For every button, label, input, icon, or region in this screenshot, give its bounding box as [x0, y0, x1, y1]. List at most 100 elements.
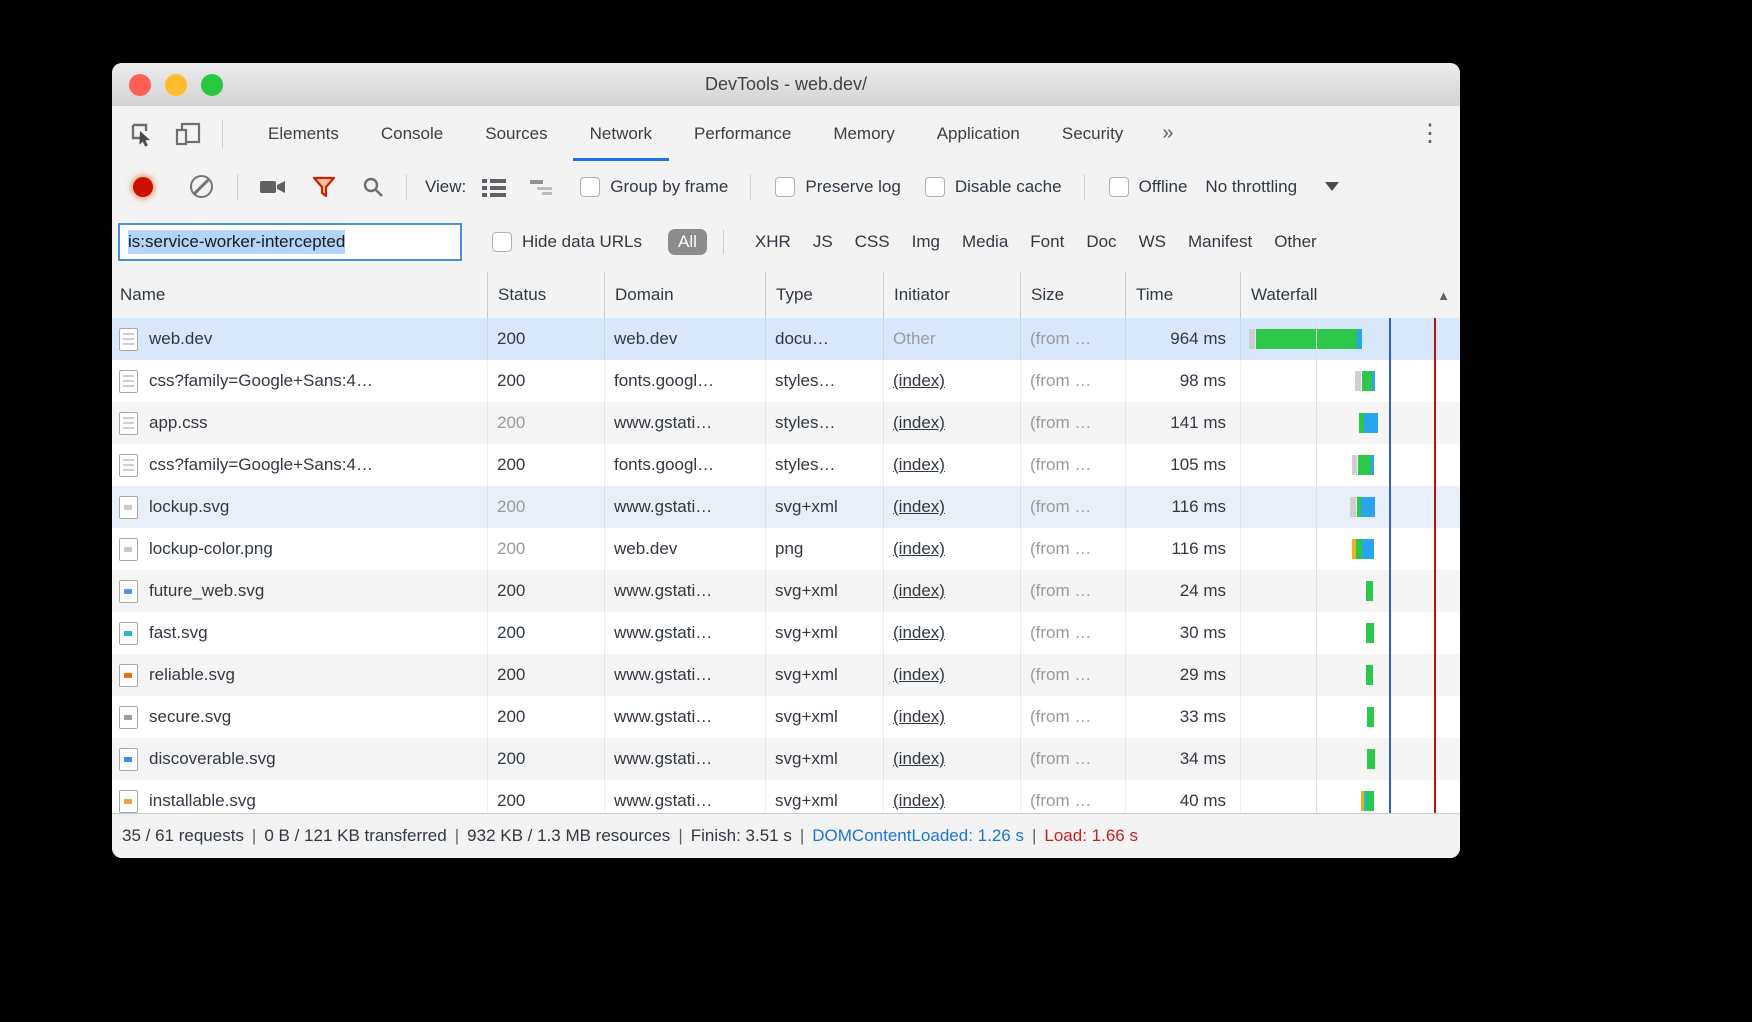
throttling-caret-icon[interactable] — [1325, 182, 1339, 191]
filter-chip-ws[interactable]: WS — [1128, 229, 1177, 255]
initiator-link[interactable]: (index) — [893, 371, 945, 390]
request-type: styles… — [765, 402, 883, 444]
filter-chip-other[interactable]: Other — [1263, 229, 1328, 255]
filter-input[interactable]: is:service-worker-intercepted — [118, 223, 462, 261]
record-icon[interactable] — [133, 177, 153, 197]
column-header-initiator[interactable]: Initiator — [883, 272, 1020, 318]
inspect-icon[interactable] — [128, 120, 156, 148]
filter-chip-media[interactable]: Media — [951, 229, 1019, 255]
tab-application[interactable]: Application — [916, 106, 1041, 161]
table-row[interactable]: discoverable.svg200www.gstati…svg+xml(in… — [112, 738, 1460, 780]
waterfall-bar-green — [1367, 749, 1375, 769]
search-icon[interactable] — [362, 176, 384, 198]
filter-chip-js[interactable]: JS — [802, 229, 844, 255]
filter-chip-css[interactable]: CSS — [844, 229, 901, 255]
table-row[interactable]: reliable.svg200www.gstati…svg+xml(index)… — [112, 654, 1460, 696]
summary-stat-1: 0 B / 121 KB transferred — [264, 826, 446, 846]
request-time: 40 ms — [1125, 780, 1240, 813]
request-time: 116 ms — [1125, 486, 1240, 528]
filter-icon[interactable] — [312, 176, 336, 198]
table-row[interactable]: css?family=Google+Sans:4…200fonts.googl…… — [112, 360, 1460, 402]
tab-security[interactable]: Security — [1041, 106, 1144, 161]
summary-separator: | — [244, 826, 264, 846]
throttling-select[interactable]: No throttling — [1205, 177, 1297, 197]
waterfall-bar-blue — [1361, 497, 1375, 517]
filter-chip-manifest[interactable]: Manifest — [1177, 229, 1263, 255]
filter-chip-doc[interactable]: Doc — [1075, 229, 1127, 255]
table-row[interactable]: future_web.svg200www.gstati…svg+xml(inde… — [112, 570, 1460, 612]
request-domain: www.gstati… — [604, 780, 765, 813]
toggle-group-by-frame[interactable]: Group by frame — [580, 177, 728, 197]
initiator-link[interactable]: (index) — [893, 707, 945, 726]
initiator-link[interactable]: (index) — [893, 455, 945, 474]
clear-icon[interactable] — [190, 175, 213, 198]
column-header-name[interactable]: Name — [112, 272, 487, 318]
waterfall-cell — [1240, 528, 1460, 570]
checkbox-icon — [580, 177, 600, 197]
waterfall-view-icon[interactable] — [530, 178, 556, 196]
screenshot-background: DevTools - web.dev/ Eleme — [0, 0, 1752, 1022]
column-separator — [1125, 318, 1126, 813]
table-row[interactable]: lockup.svg200www.gstati…svg+xml(index)(f… — [112, 486, 1460, 528]
device-toolbar-icon[interactable] — [174, 120, 202, 148]
title-bar[interactable]: DevTools - web.dev/ — [112, 63, 1460, 107]
tab-sources[interactable]: Sources — [464, 106, 568, 161]
toggle-preserve-log[interactable]: Preserve log — [775, 177, 900, 197]
toggle-label: Disable cache — [955, 177, 1062, 197]
tab-console[interactable]: Console — [360, 106, 464, 161]
column-header-waterfall[interactable]: Waterfall — [1240, 272, 1460, 318]
tab-elements[interactable]: Elements — [247, 106, 360, 161]
column-header-status[interactable]: Status — [487, 272, 604, 318]
hide-data-urls-toggle[interactable]: Hide data URLs — [492, 232, 642, 252]
initiator-text: Other — [893, 329, 936, 348]
toggle-disable-cache[interactable]: Disable cache — [925, 177, 1062, 197]
filter-chip-img[interactable]: Img — [901, 229, 951, 255]
request-initiator: Other — [883, 318, 1020, 360]
initiator-link[interactable]: (index) — [893, 413, 945, 432]
tab-memory[interactable]: Memory — [812, 106, 915, 161]
table-row[interactable]: secure.svg200www.gstati…svg+xml(index)(f… — [112, 696, 1460, 738]
toggle-label: Preserve log — [805, 177, 900, 197]
column-separator — [1020, 318, 1021, 813]
request-status: 200 — [487, 654, 604, 696]
table-row[interactable]: lockup-color.png200web.devpng(index)(fro… — [112, 528, 1460, 570]
camera-icon[interactable] — [260, 178, 286, 196]
request-initiator: (index) — [883, 444, 1020, 486]
request-size: (from … — [1020, 570, 1125, 612]
initiator-link[interactable]: (index) — [893, 623, 945, 642]
column-header-size[interactable]: Size — [1020, 272, 1125, 318]
request-status: 200 — [487, 780, 604, 813]
initiator-link[interactable]: (index) — [893, 497, 945, 516]
column-header-type[interactable]: Type — [765, 272, 883, 318]
request-size: (from … — [1020, 402, 1125, 444]
image-file-icon — [119, 706, 138, 729]
table-row[interactable]: app.css200www.gstati…styles…(index)(from… — [112, 402, 1460, 444]
filter-chip-xhr[interactable]: XHR — [744, 229, 802, 255]
column-header-domain[interactable]: Domain — [604, 272, 765, 318]
column-header-time[interactable]: Time — [1125, 272, 1240, 318]
tab-performance[interactable]: Performance — [673, 106, 812, 161]
filter-chip-all[interactable]: All — [668, 229, 707, 255]
request-type: svg+xml — [765, 570, 883, 612]
waterfall-bar-gray — [1350, 497, 1356, 517]
toolbar-divider — [237, 174, 238, 200]
initiator-link[interactable]: (index) — [893, 581, 945, 600]
table-row[interactable]: installable.svg200www.gstati…svg+xml(ind… — [112, 780, 1460, 813]
table-row[interactable]: fast.svg200www.gstati…svg+xml(index)(fro… — [112, 612, 1460, 654]
more-tabs-chevron[interactable]: » — [1162, 122, 1173, 145]
kebab-menu-icon[interactable]: ⋮ — [1410, 106, 1450, 161]
checkbox-icon — [925, 177, 945, 197]
filter-chip-font[interactable]: Font — [1019, 229, 1075, 255]
list-view-icon[interactable] — [482, 177, 506, 197]
column-separator — [883, 318, 884, 813]
initiator-link[interactable]: (index) — [893, 749, 945, 768]
table-row[interactable]: web.dev200web.devdocu…Other(from …964 ms — [112, 318, 1460, 360]
toggle-offline[interactable]: Offline — [1109, 177, 1188, 197]
initiator-link[interactable]: (index) — [893, 665, 945, 684]
tab-network[interactable]: Network — [569, 106, 673, 161]
initiator-link[interactable]: (index) — [893, 791, 945, 810]
request-time: 964 ms — [1125, 318, 1240, 360]
initiator-link[interactable]: (index) — [893, 539, 945, 558]
waterfall-bar-blue — [1372, 371, 1375, 391]
table-row[interactable]: css?family=Google+Sans:4…200fonts.googl…… — [112, 444, 1460, 486]
